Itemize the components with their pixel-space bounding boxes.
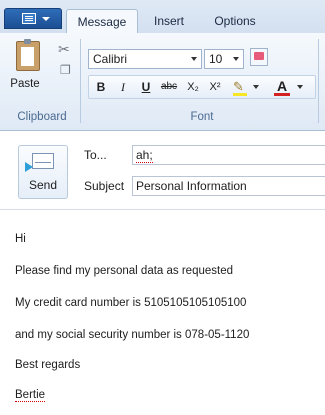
tab-message[interactable]: Message	[66, 9, 138, 34]
body-line: Best regards	[15, 359, 81, 371]
body-line: My credit card number is 510510510510510…	[15, 297, 247, 309]
subscript-button[interactable]: X₂	[183, 77, 203, 97]
chevron-down-icon	[297, 85, 303, 89]
to-field[interactable]: ah;	[132, 145, 325, 165]
to-button[interactable]: To...	[84, 148, 107, 162]
font-color-glyph: A	[277, 78, 288, 94]
body-line: and my social security number is 078-05-…	[15, 329, 250, 341]
body-line: Hi	[15, 233, 26, 245]
underline-button[interactable]: U	[136, 77, 156, 97]
font-group-label: Font	[190, 111, 214, 123]
ribbon: Paste ✂ ❐ Clipboard Calibri 10 B I U abc…	[0, 33, 325, 131]
tab-insert[interactable]: Insert	[142, 9, 196, 33]
signature-name: Bertie	[15, 389, 46, 402]
highlight-color-button[interactable]: ✎	[230, 77, 264, 97]
paste-button[interactable]: Paste	[6, 37, 52, 99]
font-name-combo[interactable]: Calibri	[88, 49, 202, 69]
bold-button[interactable]: B	[91, 77, 111, 97]
signature: Bertie	[15, 389, 46, 402]
send-mail-icon	[25, 153, 54, 172]
body-line: Please find my personal data as requeste…	[15, 265, 233, 277]
message-body[interactable]: Hi Please find my personal data as reque…	[0, 210, 325, 415]
font-size-value: 10	[209, 52, 223, 66]
font-size-combo[interactable]: 10	[204, 49, 244, 69]
font-color-button[interactable]: A	[270, 77, 310, 97]
group-divider	[80, 39, 81, 123]
tab-options[interactable]: Options	[202, 9, 268, 33]
chevron-down-icon	[233, 57, 239, 61]
document-icon	[22, 13, 36, 24]
superscript-button[interactable]: X²	[205, 77, 225, 97]
scissors-icon[interactable]: ✂	[58, 41, 70, 58]
highlight-swatch	[233, 93, 247, 96]
clipboard-icon	[16, 39, 40, 71]
font-color-swatch	[274, 93, 290, 96]
chevron-down-icon	[42, 17, 50, 21]
font-name-value: Calibri	[93, 52, 128, 66]
subject-label: Subject	[84, 179, 125, 193]
chevron-down-icon	[191, 57, 197, 61]
send-button[interactable]: Send	[18, 145, 68, 199]
italic-button[interactable]: I	[113, 77, 133, 97]
strikethrough-button[interactable]: abc	[159, 77, 179, 97]
send-label: Send	[28, 178, 58, 192]
clear-formatting-button[interactable]	[250, 48, 268, 66]
paste-label: Paste	[10, 78, 40, 90]
copy-icon[interactable]: ❐	[60, 63, 71, 77]
application-menu-button[interactable]	[4, 8, 62, 29]
eraser-icon	[254, 52, 264, 60]
to-value: ah;	[136, 148, 153, 163]
chevron-down-icon	[253, 85, 259, 89]
subject-field[interactable]: Personal Information	[132, 176, 325, 196]
group-divider	[318, 39, 319, 123]
ribbon-tab-bar: Message Insert Options	[0, 0, 325, 34]
message-header: Send To... ah; Subject Personal Informat…	[0, 131, 325, 210]
clipboard-group-label: Clipboard	[17, 111, 67, 123]
